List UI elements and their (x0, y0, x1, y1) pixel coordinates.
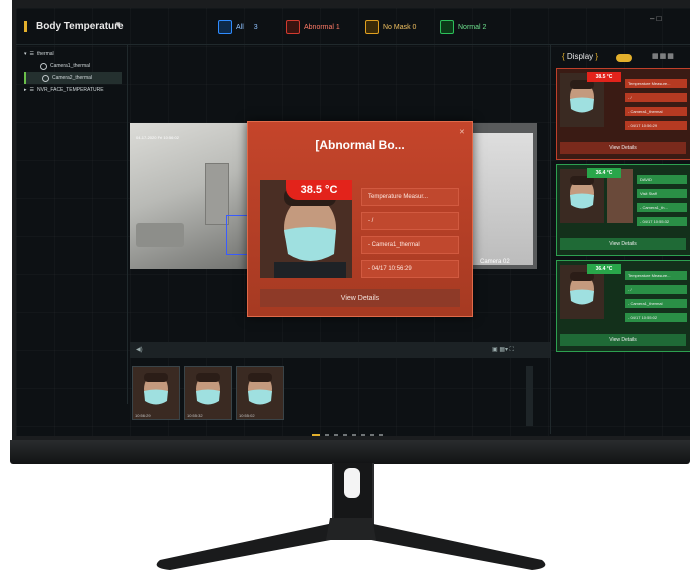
monitor-stand-base (156, 518, 546, 570)
